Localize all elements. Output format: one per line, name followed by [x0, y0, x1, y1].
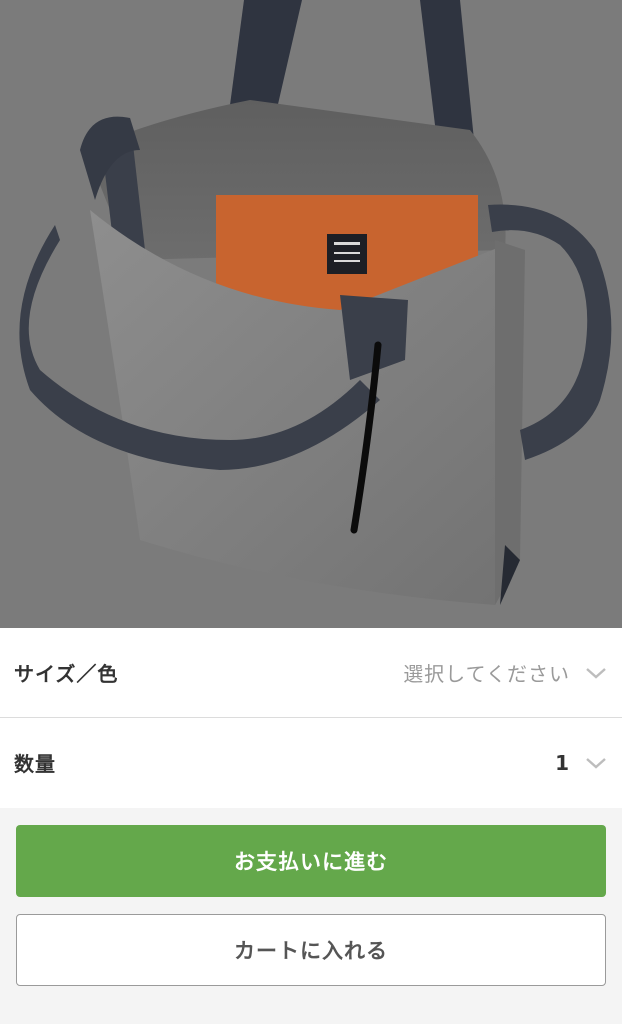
- quantity-value: 1: [555, 750, 570, 775]
- size-color-value: 選択してください: [403, 662, 570, 686]
- size-color-label: サイズ／色: [14, 662, 119, 686]
- chevron-down-icon: [584, 661, 608, 685]
- product-options: サイズ／色 選択してください 数量 1: [0, 628, 622, 808]
- checkout-button[interactable]: お支払いに進む: [16, 825, 606, 897]
- chevron-down-icon: [584, 751, 608, 775]
- product-image: [0, 0, 622, 628]
- quantity-selector[interactable]: 数量 1: [0, 717, 622, 807]
- product-purchase-screen: サイズ／色 選択してください 数量 1 お支払いに進む カートに入れる: [0, 0, 622, 1024]
- size-color-selector[interactable]: サイズ／色 選択してください: [0, 628, 622, 717]
- quantity-label: 数量: [14, 752, 56, 776]
- tote-bag-illustration: [0, 0, 622, 628]
- purchase-actions: お支払いに進む カートに入れる: [0, 808, 622, 1024]
- add-to-cart-button[interactable]: カートに入れる: [16, 914, 606, 986]
